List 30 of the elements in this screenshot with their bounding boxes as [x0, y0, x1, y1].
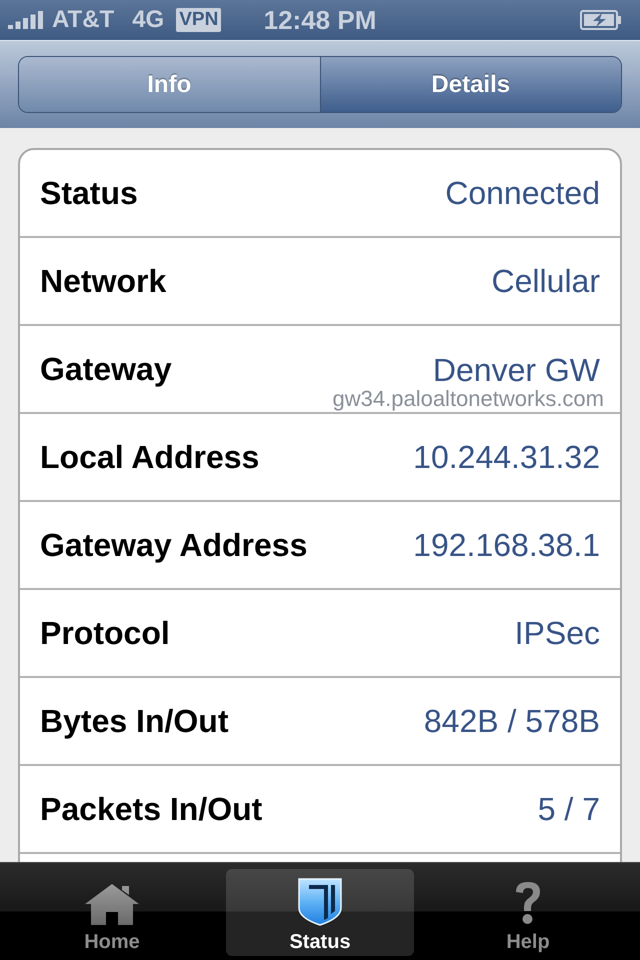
- row-label: Local Address: [40, 438, 260, 476]
- network-type: 4G: [132, 8, 164, 32]
- row-label: Status: [40, 174, 138, 212]
- carrier-name: AT&T: [52, 8, 114, 32]
- vpn-badge: VPN: [176, 8, 222, 32]
- row-value: 10.244.31.32: [413, 438, 600, 476]
- row-label: Gateway: [40, 350, 172, 388]
- row-value: IPSec: [514, 614, 600, 652]
- row-value: Connected: [445, 174, 600, 212]
- row-detail: gw34.paloaltonetworks.com: [332, 388, 604, 410]
- row-value: Denver GW: [432, 352, 601, 388]
- segment-tab[interactable]: Details: [320, 57, 621, 112]
- tab-bar-item[interactable]: Status: [226, 869, 414, 956]
- signal-icon: [8, 11, 44, 29]
- row-label: Gateway Address: [40, 526, 308, 564]
- tab-bar-item[interactable]: Help: [434, 869, 622, 956]
- shield-icon: [298, 878, 342, 926]
- help-icon: [513, 880, 543, 926]
- row-label: Packets In/Out: [40, 790, 262, 828]
- row-value: Cellular: [492, 262, 600, 300]
- row-label: Bytes In/Out: [40, 702, 228, 740]
- row-value: 5 / 7: [538, 790, 600, 828]
- row-value: 192.168.38.1: [413, 526, 600, 564]
- home-icon: [84, 882, 140, 926]
- battery-charging-icon: [580, 10, 622, 30]
- tab-bar-item[interactable]: Home: [18, 869, 206, 956]
- clock-time: 12:48 PM: [264, 7, 376, 33]
- row-label: Network: [40, 262, 166, 300]
- row-label: Protocol: [40, 614, 170, 652]
- row-value: 842B / 578B: [424, 702, 600, 740]
